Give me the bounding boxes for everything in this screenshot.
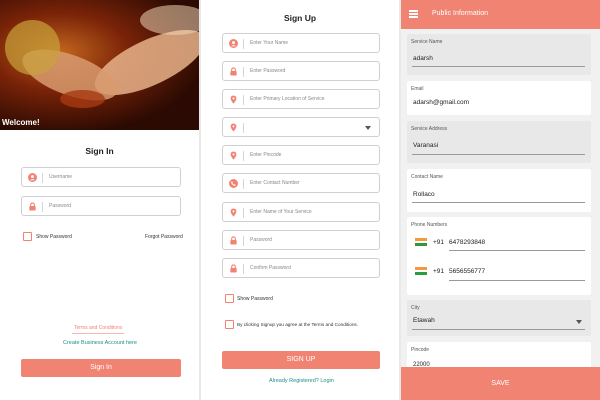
signup-title: Sign Up: [283, 13, 317, 23]
location-pin-icon: [230, 123, 237, 132]
location-pin-icon: [230, 95, 237, 104]
save-button[interactable]: SAVE: [401, 367, 600, 400]
signup-field-1[interactable]: Enter Password: [222, 61, 380, 81]
show-password-checkbox[interactable]: [225, 294, 234, 303]
signup-field-placeholder: Enter Your Name: [250, 40, 289, 46]
create-business-account-link[interactable]: Create Business Account here: [63, 340, 137, 346]
service-address-label: Service Address: [411, 126, 448, 132]
service-address-field[interactable]: Service Address Varanasi: [407, 121, 591, 163]
contact-name-value: Rollaco: [413, 191, 435, 198]
page-title: Public Information: [432, 10, 489, 17]
email-field[interactable]: Email adarsh@gmail.com: [407, 81, 591, 115]
hero-image: Welcome!: [0, 0, 199, 130]
terms-text: By clicking Signup you agree at the Term…: [237, 322, 359, 327]
city-label: City: [411, 305, 420, 311]
user-icon: [28, 173, 37, 182]
lock-icon: [29, 202, 36, 211]
app-bar: Public Information: [401, 0, 600, 29]
pincode-label: Pincode: [411, 347, 430, 353]
signup-field-6[interactable]: Enter Name of Your Service: [222, 202, 380, 222]
india-flag-icon[interactable]: [415, 238, 427, 246]
contact-name-field[interactable]: Contact Name Rollaco: [407, 169, 591, 212]
location-pin-icon: [230, 151, 237, 160]
signin-screen: Welcome! Sign In Username Password Show …: [0, 0, 199, 400]
signup-field-placeholder: Confirm Password: [250, 265, 291, 271]
lock-icon: [230, 264, 237, 273]
service-name-value: adarsh: [413, 55, 433, 62]
phone-code-1: +91: [433, 239, 445, 246]
service-name-field[interactable]: Service Name adarsh: [407, 34, 591, 75]
location-select[interactable]: [222, 117, 380, 137]
service-name-label: Service Name: [411, 39, 443, 45]
phone-icon: [229, 179, 238, 188]
signup-field-placeholder: Enter Password: [250, 68, 286, 74]
lock-icon: [230, 236, 237, 245]
lock-icon: [230, 67, 237, 76]
signup-field-5[interactable]: Enter Contact Number: [222, 173, 380, 193]
phone-code-2: +91: [433, 268, 445, 275]
signup-field-placeholder: Password: [250, 237, 272, 243]
contact-name-label: Contact Name: [411, 174, 443, 180]
signup-field-4[interactable]: Enter Pincode: [222, 145, 380, 165]
signup-field-0[interactable]: Enter Your Name: [222, 33, 380, 53]
forgot-password-link[interactable]: Forgot Password: [145, 234, 183, 240]
chevron-down-icon: [576, 320, 582, 324]
phone-numbers-label: Phone Numbers: [411, 222, 448, 228]
show-password-checkbox[interactable]: [23, 232, 32, 241]
signup-screen: Sign Up Enter Your Name Enter Password Ent…: [201, 0, 399, 400]
service-address-value: Varanasi: [413, 142, 439, 149]
menu-icon[interactable]: [409, 10, 418, 18]
city-value: Etawah: [413, 317, 435, 324]
signup-button[interactable]: SIGN UP: [222, 351, 380, 369]
signup-field-placeholder: Enter Pincode: [250, 152, 282, 158]
signup-field-placeholder: Enter Contact Number: [250, 180, 300, 186]
username-input[interactable]: Username: [21, 167, 181, 187]
signin-button[interactable]: Sign In: [21, 359, 181, 377]
signup-field-placeholder: Enter Name of Your Service: [250, 209, 312, 215]
already-registered-link[interactable]: Already Registered? Login: [269, 378, 334, 384]
show-password-label: Show Password: [36, 234, 72, 240]
city-select[interactable]: City Etawah: [407, 300, 591, 336]
public-info-screen: Public Information Service Name adarsh E…: [401, 0, 600, 400]
signup-field-8[interactable]: Confirm Password: [222, 258, 380, 278]
show-password-label: Show Password: [237, 296, 273, 302]
signin-title: Sign In: [85, 146, 114, 156]
terms-checkbox[interactable]: [225, 320, 234, 329]
welcome-text: Welcome!: [2, 118, 40, 127]
phone-number-2[interactable]: 5656556777: [449, 268, 485, 275]
email-label: Email: [411, 86, 424, 92]
location-pin-icon: [230, 208, 237, 217]
username-placeholder: Username: [49, 174, 73, 180]
signup-field-placeholder: Enter Primary Location of Service: [250, 96, 325, 102]
password-input[interactable]: Password: [21, 196, 181, 216]
phone-number-1[interactable]: 6478293848: [449, 239, 485, 246]
email-value: adarsh@gmail.com: [413, 99, 470, 106]
india-flag-icon[interactable]: [415, 267, 427, 275]
signup-field-2[interactable]: Enter Primary Location of Service: [222, 89, 380, 109]
signup-field-7[interactable]: Password: [222, 230, 380, 250]
password-placeholder: Password: [49, 203, 71, 209]
chevron-down-icon: [365, 126, 371, 130]
phone-numbers-field: Phone Numbers +91 6478293848 +91 5656556…: [407, 217, 591, 295]
terms-link[interactable]: Terms and Conditions: [72, 325, 125, 334]
user-icon: [229, 39, 238, 48]
